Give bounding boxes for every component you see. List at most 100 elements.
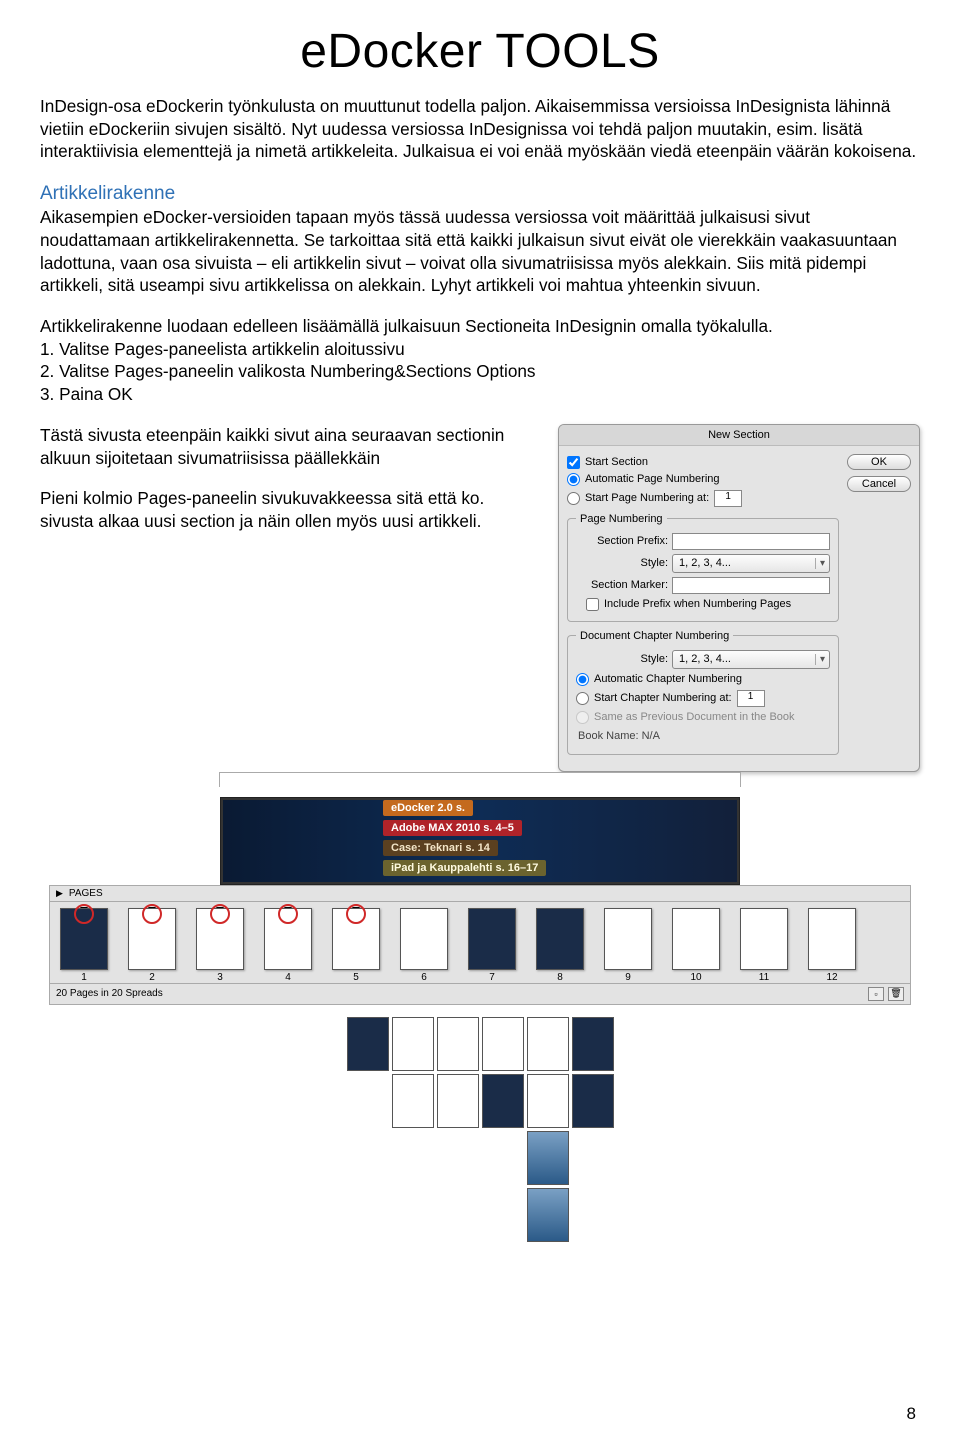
auto-chapter-label: Automatic Chapter Numbering (594, 673, 742, 685)
matrix-page (572, 1017, 614, 1071)
include-prefix-label: Include Prefix when Numbering Pages (604, 598, 791, 610)
cover-stripe-4: iPad ja Kauppalehti s. 16–17 (383, 860, 546, 876)
section-marker-circle (346, 904, 366, 924)
style-label: Style: (576, 557, 668, 569)
article-structure-body: Aikasempien eDocker-versioiden tapaan my… (40, 207, 897, 295)
page-num-label: 3 (217, 972, 223, 983)
auto-chapter-radio[interactable] (576, 673, 589, 686)
chapter-numbering-legend: Document Chapter Numbering (576, 630, 733, 642)
chapter-numbering-fieldset: Document Chapter Numbering Style: 1, 2, … (567, 630, 839, 755)
matrix-page (482, 1017, 524, 1071)
page-num-label: 2 (149, 972, 155, 983)
ok-button[interactable]: OK (847, 454, 911, 470)
document-ruler (219, 772, 741, 787)
cancel-button[interactable]: Cancel (847, 476, 911, 492)
page-num-label: 8 (557, 972, 563, 983)
page-num-label: 11 (759, 972, 769, 983)
note-section-stack: Tästä sivusta eteenpäin kaikki sivut ain… (40, 424, 540, 469)
chevron-down-icon: ▾ (815, 654, 825, 665)
style-select[interactable]: 1, 2, 3, 4... ▾ (672, 554, 830, 573)
chapter-style-select[interactable]: 1, 2, 3, 4... ▾ (672, 650, 830, 669)
include-prefix-checkbox[interactable] (586, 598, 599, 611)
matrix-page (437, 1017, 479, 1071)
new-page-button[interactable]: ▫ (868, 987, 884, 1001)
start-section-checkbox[interactable] (567, 456, 580, 469)
page-num-label: 9 (625, 972, 631, 983)
step-3: 3. Paina OK (40, 383, 920, 406)
matrix-page (527, 1131, 569, 1185)
intro-paragraph: InDesign-osa eDockerin työnkulusta on mu… (40, 95, 920, 163)
document-preview: eDocker 2.0 s. Adobe MAX 2010 s. 4–5 Cas… (220, 797, 740, 885)
page-thumbnails-row: 1 2 3 4 5 6 7 8 9 10 11 12 (50, 902, 910, 983)
pages-count-label: 20 Pages in 20 Spreads (56, 988, 163, 999)
page-num-label: 4 (285, 972, 291, 983)
matrix-page (572, 1074, 614, 1128)
start-chapter-label: Start Chapter Numbering at: (594, 692, 732, 704)
start-page-numbering-radio[interactable] (567, 492, 580, 505)
section-prefix-input[interactable] (672, 533, 830, 550)
section-marker-circle (278, 904, 298, 924)
page-thumb[interactable] (808, 908, 856, 970)
matrix-page (527, 1188, 569, 1242)
page-num-label: 12 (826, 972, 837, 983)
page-thumb[interactable] (536, 908, 584, 970)
matrix-page (392, 1074, 434, 1128)
matrix-page (392, 1017, 434, 1071)
pages-tab[interactable]: PAGES (69, 888, 103, 899)
matrix-page (527, 1074, 569, 1128)
page-thumb[interactable] (740, 908, 788, 970)
style-value: 1, 2, 3, 4... (679, 557, 731, 569)
page-num-label: 5 (353, 972, 359, 983)
section-marker-circle (210, 904, 230, 924)
chapter-style-label: Style: (576, 653, 668, 665)
chapter-style-value: 1, 2, 3, 4... (679, 653, 731, 665)
step-2: 2. Valitse Pages-paneelin valikosta Numb… (40, 360, 920, 383)
same-prev-radio[interactable] (576, 711, 589, 724)
steps-intro: Artikkelirakenne luodaan edelleen lisääm… (40, 315, 920, 338)
panel-disclosure-icon[interactable]: ▶ (56, 888, 63, 899)
section-marker-label: Section Marker: (576, 579, 668, 591)
section-marker-circle (142, 904, 162, 924)
section-marker-circle (74, 904, 94, 924)
matrix-page (527, 1017, 569, 1071)
page-numbering-legend: Page Numbering (576, 513, 667, 525)
new-section-dialog: New Section Start Section Automatic Page… (558, 424, 920, 772)
matrix-page (437, 1074, 479, 1128)
auto-page-numbering-radio[interactable] (567, 473, 580, 486)
start-chapter-radio[interactable] (576, 692, 589, 705)
pages-panel: ▶ PAGES 1 2 3 4 5 6 7 8 9 10 11 12 20 Pa… (49, 885, 911, 1005)
article-structure-paragraph: Artikkelirakenne Aikasempien eDocker-ver… (40, 181, 920, 297)
start-section-label: Start Section (585, 456, 648, 468)
note-triangle-marker: Pieni kolmio Pages-paneelin sivukuvakkee… (40, 487, 540, 532)
delete-page-button[interactable]: 🗑 (888, 987, 904, 1001)
page-thumb[interactable] (604, 908, 652, 970)
auto-page-numbering-label: Automatic Page Numbering (585, 473, 720, 485)
page-num-label: 10 (690, 972, 701, 983)
dialog-title: New Section (559, 425, 919, 446)
book-name-label: Book Name: N/A (576, 726, 830, 746)
same-prev-label: Same as Previous Document in the Book (594, 711, 795, 723)
page-thumb[interactable] (672, 908, 720, 970)
page-num-label: 6 (421, 972, 427, 983)
section-heading: Artikkelirakenne (40, 181, 920, 206)
section-prefix-label: Section Prefix: (576, 535, 668, 547)
article-matrix-preview (300, 1017, 660, 1242)
page-num-label: 1 (81, 972, 87, 983)
cover-stripe-3: Case: Teknari s. 14 (383, 840, 498, 856)
step-1: 1. Valitse Pages-paneelista artikkelin a… (40, 338, 920, 361)
section-marker-input[interactable] (672, 577, 830, 594)
page-numbering-fieldset: Page Numbering Section Prefix: Style: 1,… (567, 513, 839, 622)
chevron-down-icon: ▾ (815, 558, 825, 569)
matrix-page (482, 1074, 524, 1128)
cover-stripe-1: eDocker 2.0 s. (383, 800, 473, 816)
document-page-number: 8 (907, 1404, 916, 1424)
page-num-label: 7 (489, 972, 495, 983)
start-page-numbering-label: Start Page Numbering at: (585, 492, 709, 504)
start-chapter-input[interactable]: 1 (737, 690, 765, 707)
cover-stripe-2: Adobe MAX 2010 s. 4–5 (383, 820, 522, 836)
start-page-numbering-input[interactable]: 1 (714, 490, 742, 507)
page-thumb[interactable] (400, 908, 448, 970)
page-title: eDocker TOOLS (40, 24, 920, 79)
page-thumb[interactable] (468, 908, 516, 970)
matrix-page (347, 1017, 389, 1071)
